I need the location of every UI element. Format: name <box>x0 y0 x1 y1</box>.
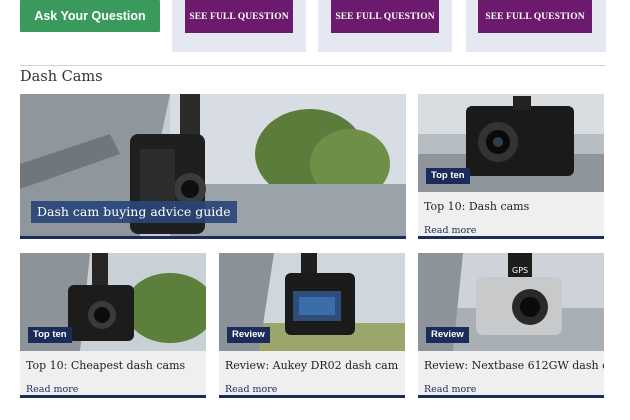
review-tag: Review <box>426 327 469 343</box>
question-card: SEE FULL QUESTION <box>318 0 452 52</box>
article-title[interactable]: Top 10: Cheapest dash cams <box>26 359 185 372</box>
see-full-question-button[interactable]: SEE FULL QUESTION <box>478 0 592 33</box>
article-card[interactable]: Top ten Top 10: Cheapest dash cams Read … <box>20 253 206 398</box>
article-card[interactable]: GPS Review Review: Nextbase 612GW dash c… <box>418 253 604 398</box>
read-more-link[interactable]: Read more <box>225 384 277 395</box>
article-title[interactable]: Review: Nextbase 612GW dash cam <box>424 359 604 372</box>
top-ten-tag: Top ten <box>426 168 470 184</box>
top-ten-tag: Top ten <box>28 327 72 343</box>
article-card[interactable]: Top ten Top 10: Dash cams Read more <box>418 94 604 239</box>
question-card: SEE FULL QUESTION <box>172 0 306 52</box>
see-full-question-button[interactable]: SEE FULL QUESTION <box>185 0 293 33</box>
article-card[interactable]: Review Review: Aukey DR02 dash cam Read … <box>219 253 405 398</box>
section-divider <box>20 65 605 66</box>
review-tag: Review <box>227 327 270 343</box>
question-card: SEE FULL QUESTION <box>466 0 606 52</box>
article-title[interactable]: Top 10: Dash cams <box>424 200 529 213</box>
see-full-question-button[interactable]: SEE FULL QUESTION <box>331 0 439 33</box>
questions-strip: Ask Your Question SEE FULL QUESTION SEE … <box>0 0 630 52</box>
ask-your-question-button[interactable]: Ask Your Question <box>20 0 160 32</box>
read-more-link[interactable]: Read more <box>424 225 476 236</box>
gps-label: GPS <box>512 266 528 275</box>
section-title: Dash Cams <box>20 69 103 85</box>
read-more-link[interactable]: Read more <box>424 384 476 395</box>
read-more-link[interactable]: Read more <box>26 384 78 395</box>
hero-article-caption[interactable]: Dash cam buying advice guide <box>31 201 237 223</box>
article-title[interactable]: Review: Aukey DR02 dash cam <box>225 359 398 372</box>
